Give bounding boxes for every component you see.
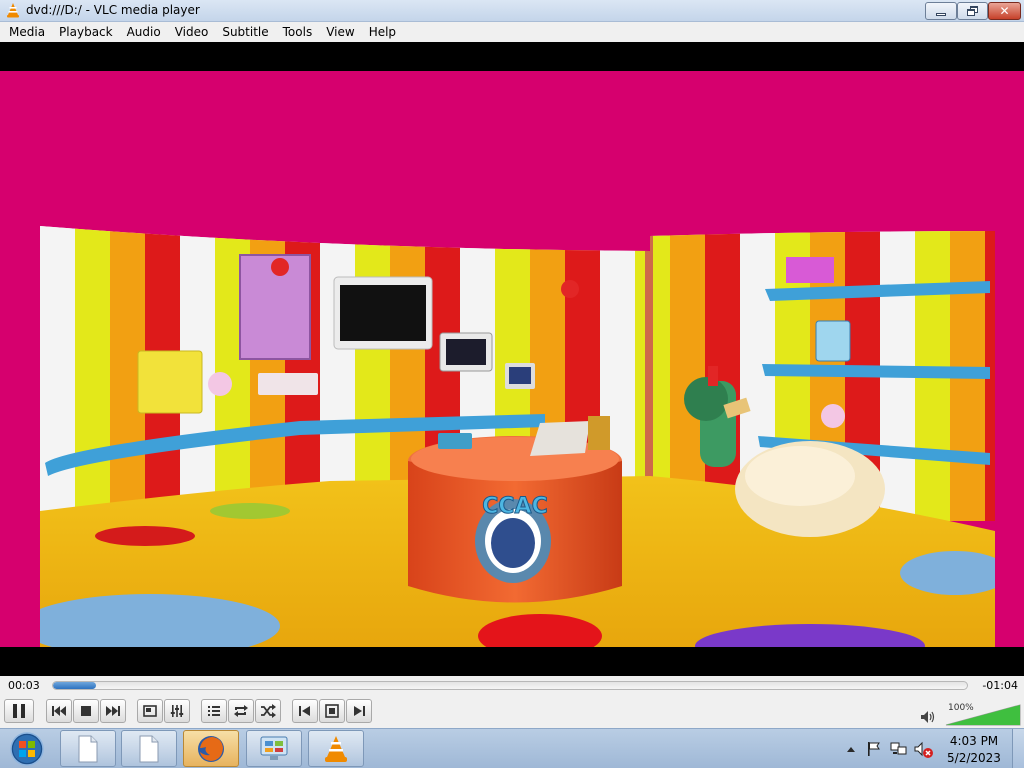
windows-orb-icon[interactable] [5, 731, 49, 767]
speaker-icon[interactable] [920, 710, 936, 724]
firefox-icon [198, 735, 224, 762]
restore-button[interactable] [957, 2, 988, 20]
frame-back-icon [299, 706, 310, 716]
tray-clock[interactable]: 4:03 PM 5/2/2023 [944, 733, 1004, 767]
menu-playback[interactable]: Playback [52, 23, 120, 41]
volume-muted-icon[interactable] [914, 741, 934, 759]
loop-icon [234, 705, 248, 717]
frame-back-button[interactable] [292, 699, 318, 723]
menu-subtitle[interactable]: Subtitle [215, 23, 275, 41]
control-panel-icon [260, 736, 288, 760]
cartoon-studio-scene: CCAC [40, 226, 995, 655]
pause-icon [13, 704, 25, 718]
frame-step-icon [354, 706, 365, 716]
snapshot-button[interactable] [319, 699, 345, 723]
playlist-button[interactable] [201, 699, 227, 723]
taskbar-document-2[interactable] [121, 730, 177, 767]
menu-bar: Media Playback Audio Video Subtitle Tool… [0, 22, 1024, 42]
close-button[interactable]: ✕ [988, 2, 1021, 20]
close-icon: ✕ [999, 4, 1010, 18]
vlc-cone-icon [325, 735, 347, 762]
document-icon [139, 735, 159, 762]
taskbar-firefox[interactable] [183, 730, 239, 767]
fullscreen-icon [143, 705, 157, 717]
taskbar-vlc[interactable] [308, 730, 364, 767]
window-title: dvd:///D:/ - VLC media player [26, 3, 200, 17]
previous-chapter-icon [52, 706, 66, 716]
remaining-time[interactable]: -01:04 [982, 679, 1018, 692]
restore-icon [966, 6, 979, 16]
video-frame: CCAC [0, 71, 1024, 655]
menu-media[interactable]: Media [2, 23, 52, 41]
tray-expand-icon[interactable] [846, 745, 856, 753]
document-icon [78, 735, 98, 762]
elapsed-time: 00:03 [8, 679, 40, 692]
show-desktop-button[interactable] [1012, 729, 1024, 768]
next-chapter-icon [106, 706, 120, 716]
title-bar: dvd:///D:/ - VLC media player ✕ [0, 0, 1024, 22]
minimize-button[interactable] [925, 2, 957, 20]
shuffle-button[interactable] [255, 699, 281, 723]
menu-help[interactable]: Help [362, 23, 403, 41]
seek-progress-fill [53, 682, 96, 689]
seek-row: 00:03 -01:04 [0, 676, 1024, 696]
loop-button[interactable] [228, 699, 254, 723]
menu-view[interactable]: View [319, 23, 361, 41]
pause-button[interactable] [4, 699, 34, 723]
menu-tools[interactable]: Tools [276, 23, 320, 41]
video-output[interactable]: CCAC [0, 42, 1024, 676]
frame-step-button[interactable] [346, 699, 372, 723]
playback-controls: 100% [0, 696, 1024, 728]
taskbar: 4:03 PM 5/2/2023 [0, 728, 1024, 768]
fullscreen-button[interactable] [137, 699, 163, 723]
vlc-cone-icon [7, 3, 19, 18]
previous-chapter-button[interactable] [46, 699, 72, 723]
next-chapter-button[interactable] [100, 699, 126, 723]
menu-video[interactable]: Video [168, 23, 216, 41]
shuffle-icon [261, 704, 276, 718]
taskbar-control-panel[interactable] [246, 730, 302, 767]
snapshot-icon [325, 704, 339, 718]
tray-time: 4:03 PM [949, 734, 999, 748]
stop-icon [81, 706, 91, 716]
extended-settings-icon [170, 705, 184, 717]
seek-slider[interactable] [52, 681, 968, 690]
action-center-flag-icon[interactable] [866, 741, 882, 757]
volume-slider[interactable] [945, 704, 1021, 726]
extended-settings-button[interactable] [164, 699, 190, 723]
playlist-icon [208, 706, 220, 716]
stop-button[interactable] [73, 699, 99, 723]
taskbar-document-1[interactable] [60, 730, 116, 767]
minimize-icon [936, 12, 946, 16]
menu-audio[interactable]: Audio [120, 23, 168, 41]
network-icon[interactable] [890, 741, 908, 757]
tray-date: 5/2/2023 [947, 751, 1001, 765]
desk-logo-text: CCAC [482, 494, 547, 519]
